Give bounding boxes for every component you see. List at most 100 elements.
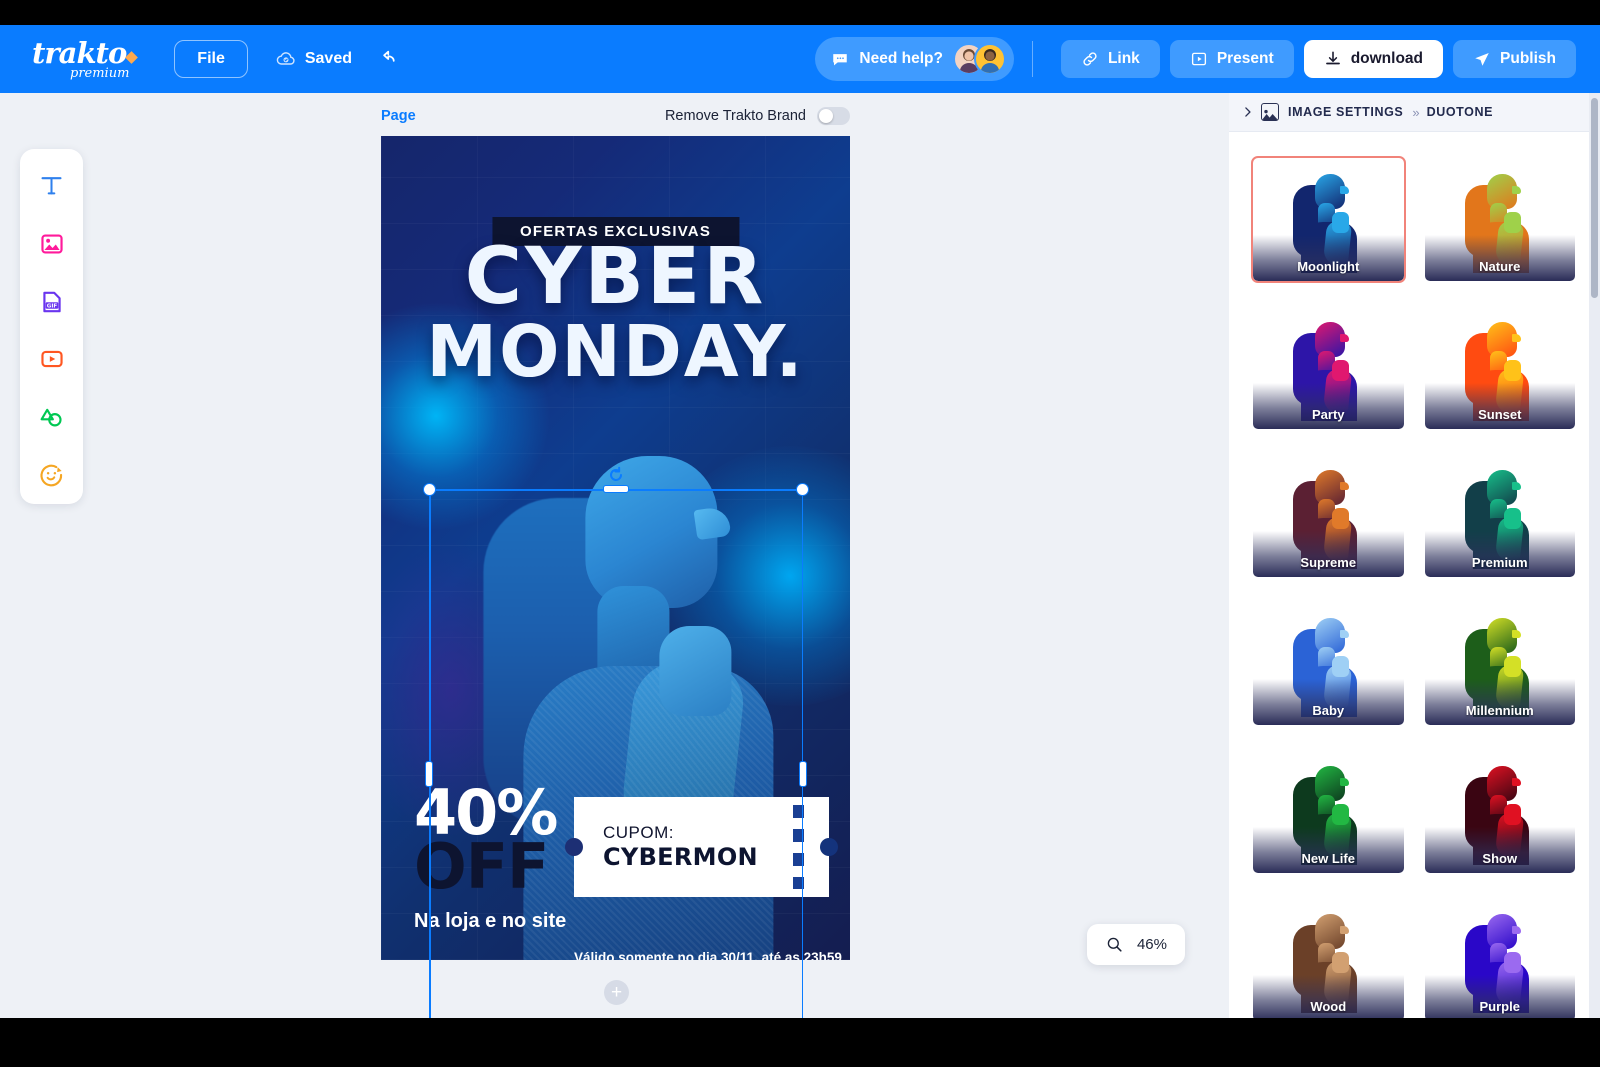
- model-hand: [658, 626, 731, 716]
- design-canvas[interactable]: OFERTAS EXCLUSIVAS CYBER MONDAY. 40% OFF…: [381, 136, 850, 960]
- image-icon: [40, 234, 63, 254]
- preset-shape: [1340, 630, 1350, 638]
- duotone-preset-moonlight[interactable]: Moonlight: [1251, 156, 1406, 283]
- preset-shape: [1503, 360, 1521, 381]
- preset-label-bar: Baby: [1253, 679, 1404, 725]
- gif-icon: GIF: [42, 291, 61, 312]
- preset-shape: [1511, 334, 1521, 342]
- panel-scrollbar-thumb[interactable]: [1591, 98, 1598, 298]
- poster-title-line2[interactable]: MONDAY.: [426, 316, 804, 387]
- duotone-preset-party[interactable]: Party: [1251, 304, 1406, 431]
- duotone-preset-wood[interactable]: Wood: [1251, 896, 1406, 1018]
- preset-shape: [1503, 952, 1521, 973]
- preset-shape: [1340, 186, 1350, 194]
- breadcrumb-separator-icon: »: [1412, 104, 1419, 120]
- support-avatars: [952, 43, 1006, 75]
- remove-brand-toggle[interactable]: [817, 107, 850, 125]
- preset-shape: [1511, 482, 1521, 490]
- video-tool[interactable]: [20, 330, 83, 388]
- present-icon: [1191, 52, 1206, 66]
- link-button[interactable]: Link: [1060, 40, 1160, 78]
- preset-label: Millennium: [1465, 703, 1534, 718]
- poster-discount-sub[interactable]: OFF: [414, 836, 549, 897]
- download-button[interactable]: download: [1303, 40, 1444, 78]
- preset-shape: [1511, 926, 1521, 934]
- need-help-button[interactable]: Need help?: [815, 37, 1014, 81]
- saved-status[interactable]: Saved: [276, 49, 352, 69]
- breadcrumb-root[interactable]: IMAGE SETTINGS: [1288, 105, 1403, 119]
- duotone-preset-nature[interactable]: Nature: [1422, 156, 1577, 283]
- preset-label-bar: Nature: [1424, 235, 1575, 281]
- preset-label: Baby: [1312, 703, 1345, 718]
- preset-label-bar: Wood: [1253, 975, 1404, 1018]
- duotone-preset-new-life[interactable]: New Life: [1251, 748, 1406, 875]
- svg-text:GIF: GIF: [46, 303, 57, 309]
- zoom-value: 46%: [1136, 936, 1167, 953]
- preset-label-bar: Premium: [1424, 531, 1575, 577]
- publish-button-label: Publish: [1500, 50, 1556, 67]
- poster-validity: Válido somente no dia 30/11, até as 23h5…: [574, 950, 842, 960]
- preset-label: Nature: [1479, 259, 1521, 274]
- add-page-button[interactable]: +: [604, 980, 629, 1005]
- preset-label: Show: [1482, 851, 1518, 866]
- preset-label: Premium: [1471, 555, 1528, 570]
- top-header: trakto premium File Saved Need help? Lin…: [0, 25, 1600, 93]
- brand-logo-text: trakto: [32, 38, 139, 68]
- preset-shape: [1340, 778, 1350, 786]
- preset-label-bar: Party: [1253, 383, 1404, 429]
- saved-label: Saved: [304, 50, 352, 67]
- duotone-preset-show[interactable]: Show: [1422, 748, 1577, 875]
- preset-label: Supreme: [1300, 555, 1357, 570]
- shapes-icon: [40, 408, 62, 427]
- undo-icon: [383, 50, 395, 62]
- collapse-panel-button[interactable]: [1236, 105, 1258, 119]
- publish-button[interactable]: Publish: [1453, 40, 1576, 78]
- coupon-card[interactable]: CUPOM: CYBERMON: [574, 797, 829, 897]
- preset-label-bar: Purple: [1424, 975, 1575, 1018]
- preset-label-bar: Supreme: [1253, 531, 1404, 577]
- preset-shape: [1340, 482, 1350, 490]
- preset-label: Purple: [1479, 999, 1520, 1014]
- diamond-icon: [125, 50, 139, 64]
- undo-button[interactable]: [380, 48, 402, 70]
- preset-shape: [1503, 656, 1521, 677]
- duotone-preset-premium[interactable]: Premium: [1422, 452, 1577, 579]
- preset-shape: [1503, 212, 1521, 233]
- chat-bubble-icon: [833, 54, 848, 66]
- gif-tool[interactable]: GIF: [20, 273, 83, 331]
- remove-brand-label: Remove Trakto Brand: [664, 108, 806, 124]
- present-button[interactable]: Present: [1169, 40, 1294, 78]
- duotone-preset-purple[interactable]: Purple: [1422, 896, 1577, 1018]
- duotone-preset-baby[interactable]: Baby: [1251, 600, 1406, 727]
- page-label[interactable]: Page: [381, 108, 416, 124]
- shapes-tool[interactable]: [20, 388, 83, 446]
- poster-title-line1[interactable]: CYBER: [465, 238, 767, 316]
- preset-shape: [1340, 334, 1350, 342]
- zoom-control[interactable]: 46%: [1086, 924, 1185, 965]
- sticker-tool[interactable]: [20, 446, 83, 504]
- toggle-knob: [819, 109, 833, 123]
- preset-label-bar: New Life: [1253, 827, 1404, 873]
- preset-shape: [1511, 186, 1521, 194]
- image-thumb-icon: [1261, 103, 1279, 121]
- breadcrumb-current: DUOTONE: [1426, 105, 1494, 119]
- preset-shape: [1332, 804, 1350, 825]
- preset-shape: [1332, 508, 1350, 529]
- duotone-preset-grid: Moonlight Nature Party Sunset Supreme Premium…: [1229, 132, 1600, 1018]
- preset-shape: [1503, 804, 1521, 825]
- brand-logo[interactable]: trakto premium: [32, 38, 139, 80]
- image-tool[interactable]: [20, 215, 83, 273]
- file-menu-button[interactable]: File: [174, 40, 248, 78]
- text-tool[interactable]: [20, 157, 83, 215]
- preset-label-bar: Moonlight: [1253, 235, 1404, 281]
- poster-store-note[interactable]: Na loja e no site: [414, 910, 566, 933]
- duotone-preset-supreme[interactable]: Supreme: [1251, 452, 1406, 579]
- preset-label: Party: [1311, 407, 1345, 422]
- video-icon: [40, 351, 63, 368]
- preset-label: Moonlight: [1297, 259, 1360, 274]
- duotone-preset-sunset[interactable]: Sunset: [1422, 304, 1577, 431]
- preset-label: New Life: [1301, 851, 1355, 866]
- header-divider: [1031, 41, 1033, 77]
- duotone-preset-millennium[interactable]: Millennium: [1422, 600, 1577, 727]
- panel-breadcrumb-bar: IMAGE SETTINGS » DUOTONE: [1229, 93, 1600, 132]
